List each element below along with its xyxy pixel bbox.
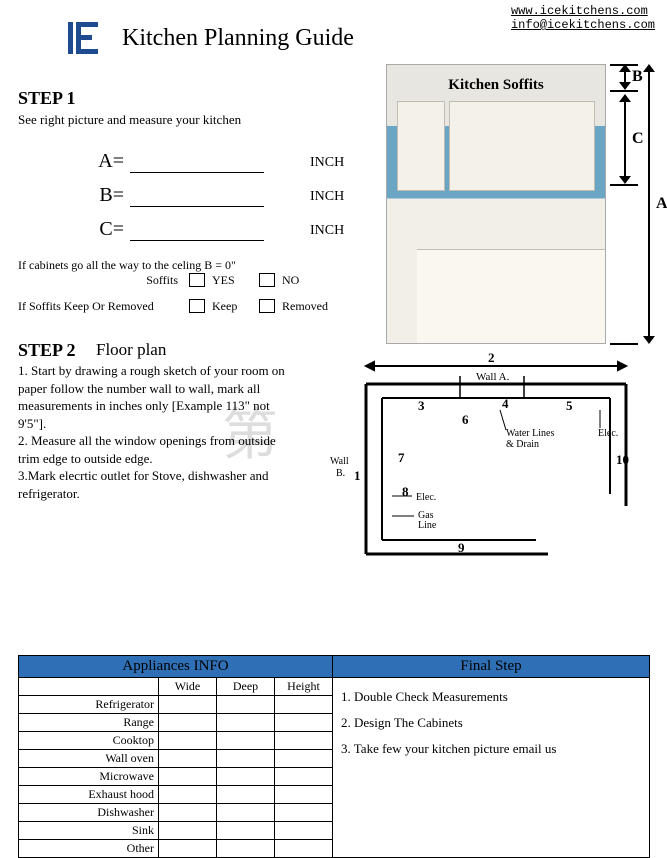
appliances-header: Appliances INFO — [19, 656, 333, 678]
step1-instruction: See right picture and measure your kitch… — [18, 112, 241, 128]
yes-label: YES — [212, 273, 256, 288]
keep-label: If Soffits Keep Or Removed — [18, 299, 186, 314]
water-lines-label: Water Lines — [506, 428, 554, 439]
checkbox-keep[interactable] — [189, 299, 205, 313]
svg-text:3: 3 — [418, 398, 425, 413]
dimension-a: A — [636, 64, 664, 344]
measure-input-c[interactable] — [130, 221, 264, 241]
measure-unit-b: INCH — [310, 189, 344, 205]
final-step-2: 2. Design The Cabinets — [341, 710, 641, 736]
hash-bottom — [610, 343, 638, 345]
final-step-header: Final Step — [333, 656, 650, 678]
email-link[interactable]: info@icekitchens.com — [511, 18, 655, 32]
soffits-label: Soffits — [18, 273, 186, 288]
measure-input-b[interactable] — [130, 187, 264, 207]
checkbox-yes[interactable] — [189, 273, 205, 287]
svg-text:Wall A.: Wall A. — [476, 371, 510, 383]
appliance-table: Appliances INFO Final Step Wide Deep Hei… — [18, 655, 650, 858]
svg-text:7: 7 — [398, 450, 405, 465]
checkbox-no[interactable] — [259, 273, 275, 287]
website-link[interactable]: www.icekitchens.com — [511, 4, 655, 18]
floor-plan-sketch: 2 Wall A. 3 4 5 6 7 8 9 10 1 Water Lines… — [310, 348, 646, 576]
col-deep: Deep — [217, 678, 275, 696]
measure-label-a: A= — [90, 150, 124, 173]
svg-text:5: 5 — [566, 398, 573, 413]
svg-text:2: 2 — [488, 350, 495, 365]
svg-text:1: 1 — [354, 468, 361, 483]
removed-text: Removed — [282, 299, 326, 314]
measure-row-b: B= INCH — [90, 184, 344, 207]
svg-text:& Drain: & Drain — [506, 439, 539, 450]
header-links: www.icekitchens.com info@icekitchens.com — [511, 4, 655, 32]
dim-a-label: A — [656, 195, 667, 213]
upper-cabinet-right — [449, 101, 595, 191]
measure-unit-a: INCH — [310, 155, 344, 171]
measure-row-a: A= INCH — [90, 150, 344, 173]
svg-text:6: 6 — [462, 412, 469, 427]
svg-text:10: 10 — [616, 452, 629, 467]
soffits-row: Soffits YES NO — [18, 272, 368, 288]
svg-text:Line: Line — [418, 520, 437, 531]
step2-heading: STEP 2 — [18, 340, 76, 361]
step2-body: 1. Start by drawing a rough sketch of yo… — [18, 362, 286, 502]
ceiling-note: If cabinets go all the way to the celing… — [18, 258, 236, 273]
svg-text:Elec.: Elec. — [598, 428, 618, 439]
measure-row-c: C= INCH — [90, 218, 344, 241]
hash-c — [610, 184, 638, 186]
col-wide: Wide — [159, 678, 217, 696]
lower-cabinets — [417, 249, 605, 343]
step1-heading: STEP 1 — [18, 88, 76, 109]
step2-subheading: Floor plan — [96, 340, 166, 360]
logo-icon — [62, 18, 102, 58]
upper-cabinet-left — [397, 101, 445, 191]
keep-row: If Soffits Keep Or Removed Keep Removed — [18, 298, 378, 314]
col-height: Height — [275, 678, 333, 696]
svg-text:9: 9 — [458, 540, 465, 555]
final-step-1: 1. Double Check Measurements — [341, 684, 641, 710]
svg-text:4: 4 — [502, 396, 509, 411]
measure-input-a[interactable] — [130, 153, 264, 173]
measure-label-c: C= — [90, 218, 124, 241]
keep-text: Keep — [212, 299, 256, 314]
hash-b — [610, 90, 638, 92]
kitchen-photo: Kitchen Soffits — [386, 64, 606, 344]
page-title: Kitchen Planning Guide — [122, 25, 354, 52]
no-label: NO — [282, 273, 326, 288]
final-step-3: 3. Take few your kitchen picture email u… — [341, 736, 641, 762]
svg-text:8: 8 — [402, 484, 409, 499]
svg-text:Elec.: Elec. — [416, 492, 436, 503]
soffit-label: Kitchen Soffits — [387, 77, 605, 94]
svg-text:B.: B. — [336, 468, 345, 479]
title-row: Kitchen Planning Guide — [62, 18, 354, 58]
checkbox-removed[interactable] — [259, 299, 275, 313]
measure-label-b: B= — [90, 184, 124, 207]
measure-unit-c: INCH — [310, 223, 344, 239]
svg-text:Wall: Wall — [330, 456, 349, 467]
final-step-cell: 1. Double Check Measurements 2. Design T… — [333, 678, 650, 858]
